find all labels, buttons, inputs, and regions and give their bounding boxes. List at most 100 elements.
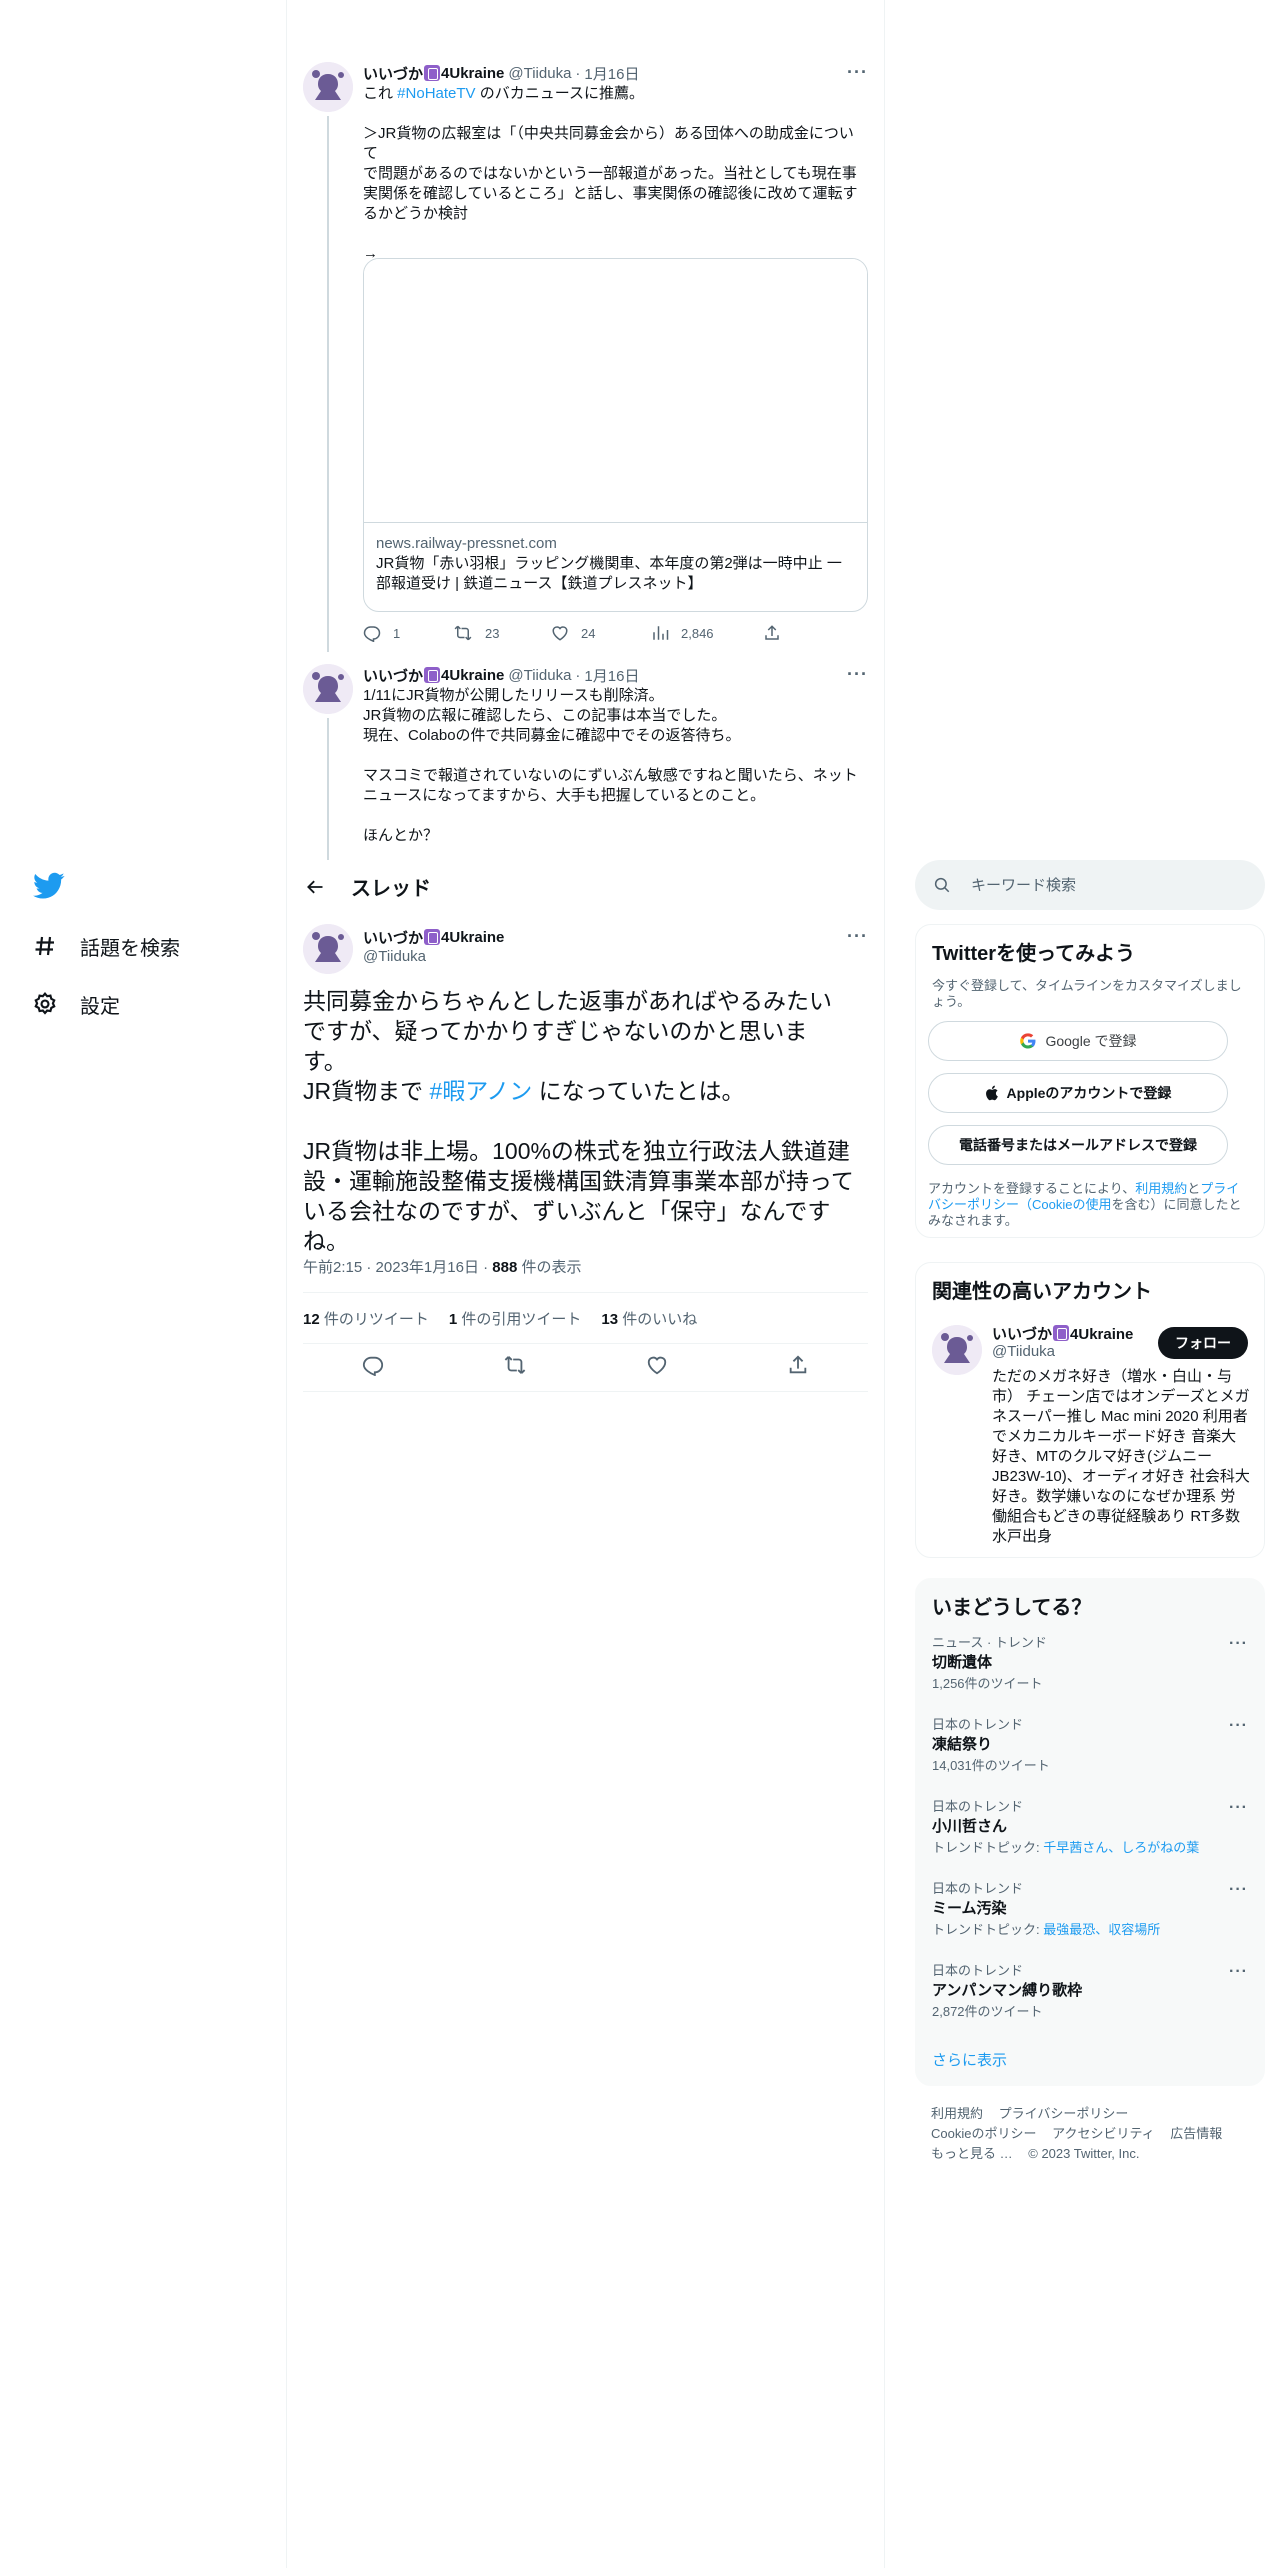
- views-button[interactable]: 2,846: [651, 624, 763, 642]
- relevant-account-handle[interactable]: @Tiiduka: [992, 1343, 1055, 1360]
- ukraine-badge-icon: [424, 929, 441, 945]
- tweet-text: これ #NoHateTV のバカニュースに推薦。: [363, 84, 868, 104]
- tweet-text-part: これ: [363, 85, 398, 102]
- relevant-account-name-row[interactable]: いいづか 4Ukraine: [992, 1323, 1133, 1344]
- signup-title: Twitterを使ってみよう: [932, 943, 1136, 965]
- tweet-text-part: になっていたとは。 JR貨物は非上場。100%の株式を独立行政法人鉄道建 設・運…: [303, 1078, 854, 1254]
- share-icon: [789, 1355, 806, 1374]
- retweet-count: 23: [485, 625, 500, 641]
- trend-count: 2,872件のツイート: [932, 2004, 1043, 2019]
- trend-topics: トレンドトピック: 最強最恐、収容場所: [932, 1922, 1248, 1938]
- avatar[interactable]: [932, 1325, 982, 1375]
- retweets-stat-count: 12: [303, 1310, 320, 1328]
- search-icon: [934, 877, 950, 893]
- trend-topic-link[interactable]: 最強最恐、収容場所: [1043, 1922, 1160, 1937]
- more-options-icon[interactable]: ···: [847, 926, 868, 947]
- nav-settings[interactable]: 設定: [30, 984, 120, 1024]
- footer-more-link[interactable]: もっと見る …: [931, 2144, 1013, 2164]
- footer-links: 利用規約 プライバシーポリシー Cookieのポリシー アクセシビリティ 広告情…: [931, 2104, 1261, 2164]
- retweets-stat[interactable]: 12 件のリツイート: [303, 1308, 429, 1329]
- follow-button[interactable]: フォロー: [1158, 1327, 1248, 1359]
- share-icon: [765, 625, 779, 640]
- trend-item[interactable]: ニュース · トレンド 切断遺体 1,256件のツイート ···: [932, 1635, 1248, 1717]
- share-button[interactable]: [763, 624, 781, 642]
- author-name[interactable]: いいづか: [363, 665, 423, 686]
- trend-item[interactable]: 日本のトレンド ミーム汚染 トレンドトピック: 最強最恐、収容場所 ···: [932, 1881, 1248, 1963]
- author-name-suffix[interactable]: 4Ukraine: [441, 65, 504, 82]
- tweet-header: いいづか 4Ukraine @Tiiduka · 1月16日 ···: [363, 664, 868, 686]
- footer-terms-link[interactable]: 利用規約: [931, 2104, 983, 2124]
- author-handle[interactable]: @Tiiduka: [508, 667, 571, 684]
- views-count: 2,846: [681, 625, 714, 641]
- thread-connector: [327, 718, 329, 860]
- reply-button[interactable]: 1: [363, 624, 453, 642]
- trend-topic-link[interactable]: 千早茜さん、しろがねの葉: [1043, 1840, 1199, 1855]
- author-handle[interactable]: @Tiiduka: [508, 65, 571, 82]
- author-name-suffix[interactable]: 4Ukraine: [441, 929, 504, 946]
- reply-icon: [363, 626, 381, 642]
- tweet-2[interactable]: いいづか 4Ukraine @Tiiduka · 1月16日 ··· 1/11に…: [287, 664, 884, 860]
- likes-stat[interactable]: 13 件のいいね: [601, 1308, 697, 1329]
- search-bar[interactable]: [915, 860, 1265, 910]
- dot-separator: ·: [575, 666, 581, 684]
- trend-item[interactable]: 日本のトレンド 小川哲さん トレンドトピック: 千早茜さん、しろがねの葉 ···: [932, 1799, 1248, 1881]
- footer-ads-link[interactable]: 広告情報: [1170, 2124, 1222, 2144]
- back-arrow-icon[interactable]: [297, 869, 333, 905]
- tweet-1[interactable]: いいづか 4Ukraine @Tiiduka · 1月16日 ··· これ #N…: [287, 62, 884, 652]
- author-name[interactable]: いいづか: [363, 927, 423, 948]
- author-name-suffix[interactable]: 4Ukraine: [441, 667, 504, 684]
- likes-stat-count: 13: [601, 1310, 619, 1328]
- link-card[interactable]: news.railway-pressnet.com JR貨物「赤い羽根」ラッピン…: [363, 258, 868, 612]
- more-options-icon[interactable]: ···: [1229, 1963, 1248, 1981]
- author-handle[interactable]: @Tiiduka: [363, 948, 868, 965]
- phone-email-signup-label: 電話番号またはメールアドレスで登録: [959, 1137, 1197, 1153]
- search-input[interactable]: [971, 876, 1251, 894]
- tweet-header: いいづか 4Ukraine ···: [363, 926, 868, 948]
- reply-button[interactable]: [362, 1354, 384, 1381]
- hashtag-link[interactable]: #暇アノン: [430, 1078, 533, 1104]
- more-options-icon[interactable]: ···: [1229, 1799, 1248, 1817]
- tweet-date[interactable]: 1月16日: [584, 63, 639, 84]
- nav-explore[interactable]: 話題を検索: [30, 926, 180, 966]
- hashtag-icon: [30, 931, 60, 961]
- footer-accessibility-link[interactable]: アクセシビリティ: [1052, 2124, 1155, 2144]
- twitter-bird-icon[interactable]: [33, 872, 65, 902]
- tweet-text-part: のバカニュースに推薦。: [475, 85, 644, 102]
- google-signup-button[interactable]: Google で登録: [928, 1021, 1228, 1061]
- tweet-time[interactable]: 午前2:15: [303, 1259, 362, 1276]
- like-button[interactable]: 24: [551, 624, 651, 642]
- terms-link[interactable]: 利用規約: [1135, 1181, 1187, 1196]
- trends-box: いまどうしてる？ ニュース · トレンド 切断遺体 1,256件のツイート ··…: [915, 1578, 1265, 2086]
- quotes-stat[interactable]: 1 件の引用ツイート: [449, 1308, 582, 1329]
- apple-signup-button[interactable]: Appleのアカウントで登録: [928, 1073, 1228, 1113]
- tweet-date[interactable]: 1月16日: [584, 665, 639, 686]
- relevant-account-bio: ただのメガネ好き（増水・白山・与市） チェーン店ではオンデーズとメガネスーパー推…: [992, 1368, 1250, 1545]
- like-button[interactable]: [646, 1354, 668, 1381]
- trend-context: 日本のトレンド: [932, 1717, 1024, 1732]
- retweet-button[interactable]: [503, 1354, 527, 1381]
- avatar[interactable]: [303, 664, 353, 714]
- retweet-button[interactable]: 23: [453, 624, 551, 642]
- footer-cookie-link[interactable]: Cookieのポリシー: [931, 2124, 1036, 2144]
- ukraine-badge-icon: [424, 667, 441, 683]
- footer-privacy-link[interactable]: プライバシーポリシー: [999, 2104, 1129, 2124]
- hashtag-link[interactable]: #NoHateTV: [397, 85, 475, 102]
- trend-topics: トレンドトピック: 千早茜さん、しろがねの葉: [932, 1840, 1248, 1856]
- more-options-icon[interactable]: ···: [847, 664, 868, 685]
- more-options-icon[interactable]: ···: [1229, 1717, 1248, 1735]
- show-more-link[interactable]: さらに表示: [932, 2049, 1007, 2070]
- tweet-full-date[interactable]: 2023年1月16日: [376, 1259, 479, 1276]
- main-tweet-text: 共同募金からちゃんとした返事があればやるみたい ですが、疑ってかかりすぎじゃない…: [303, 986, 868, 1256]
- share-button[interactable]: [787, 1354, 809, 1381]
- trend-item[interactable]: 日本のトレンド 凍結祭り 14,031件のツイート ···: [932, 1717, 1248, 1799]
- trend-item[interactable]: 日本のトレンド アンパンマン縛り歌枠 2,872件のツイート ···: [932, 1963, 1248, 2045]
- author-name[interactable]: いいづか: [363, 63, 423, 84]
- heart-icon: [552, 626, 568, 641]
- trend-count: 1,256件のツイート: [932, 1676, 1043, 1691]
- more-options-icon[interactable]: ···: [847, 62, 868, 83]
- more-options-icon[interactable]: ···: [1229, 1881, 1248, 1899]
- avatar[interactable]: [303, 924, 353, 974]
- phone-email-signup-button[interactable]: 電話番号またはメールアドレスで登録: [928, 1125, 1228, 1165]
- more-options-icon[interactable]: ···: [1229, 1635, 1248, 1653]
- avatar[interactable]: [303, 62, 353, 112]
